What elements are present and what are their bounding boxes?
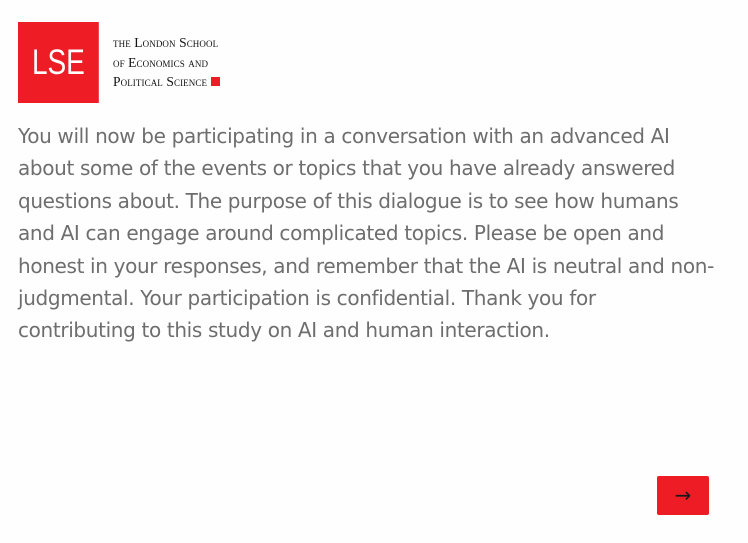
lse-logo: LSE the London School of Economics and P…: [18, 22, 221, 103]
lse-logo-wordmark: the London School of Economics and Polit…: [113, 33, 221, 92]
next-button[interactable]: →: [657, 476, 709, 515]
intro-text: You will now be participating in a conve…: [18, 124, 714, 343]
survey-page: LSE the London School of Economics and P…: [0, 0, 748, 543]
logo-line-2: of Economics and: [113, 54, 209, 70]
logo-line-1: the London School: [113, 35, 219, 51]
logo-line-3-wrap: Political Science: [113, 72, 221, 92]
arrow-right-icon: →: [674, 483, 692, 507]
lse-logo-mark-text: LSE: [31, 42, 85, 82]
lse-logo-mark: LSE: [18, 22, 99, 103]
logo-line-3: Political Science: [113, 74, 208, 90]
logo-square-icon: [211, 77, 221, 87]
